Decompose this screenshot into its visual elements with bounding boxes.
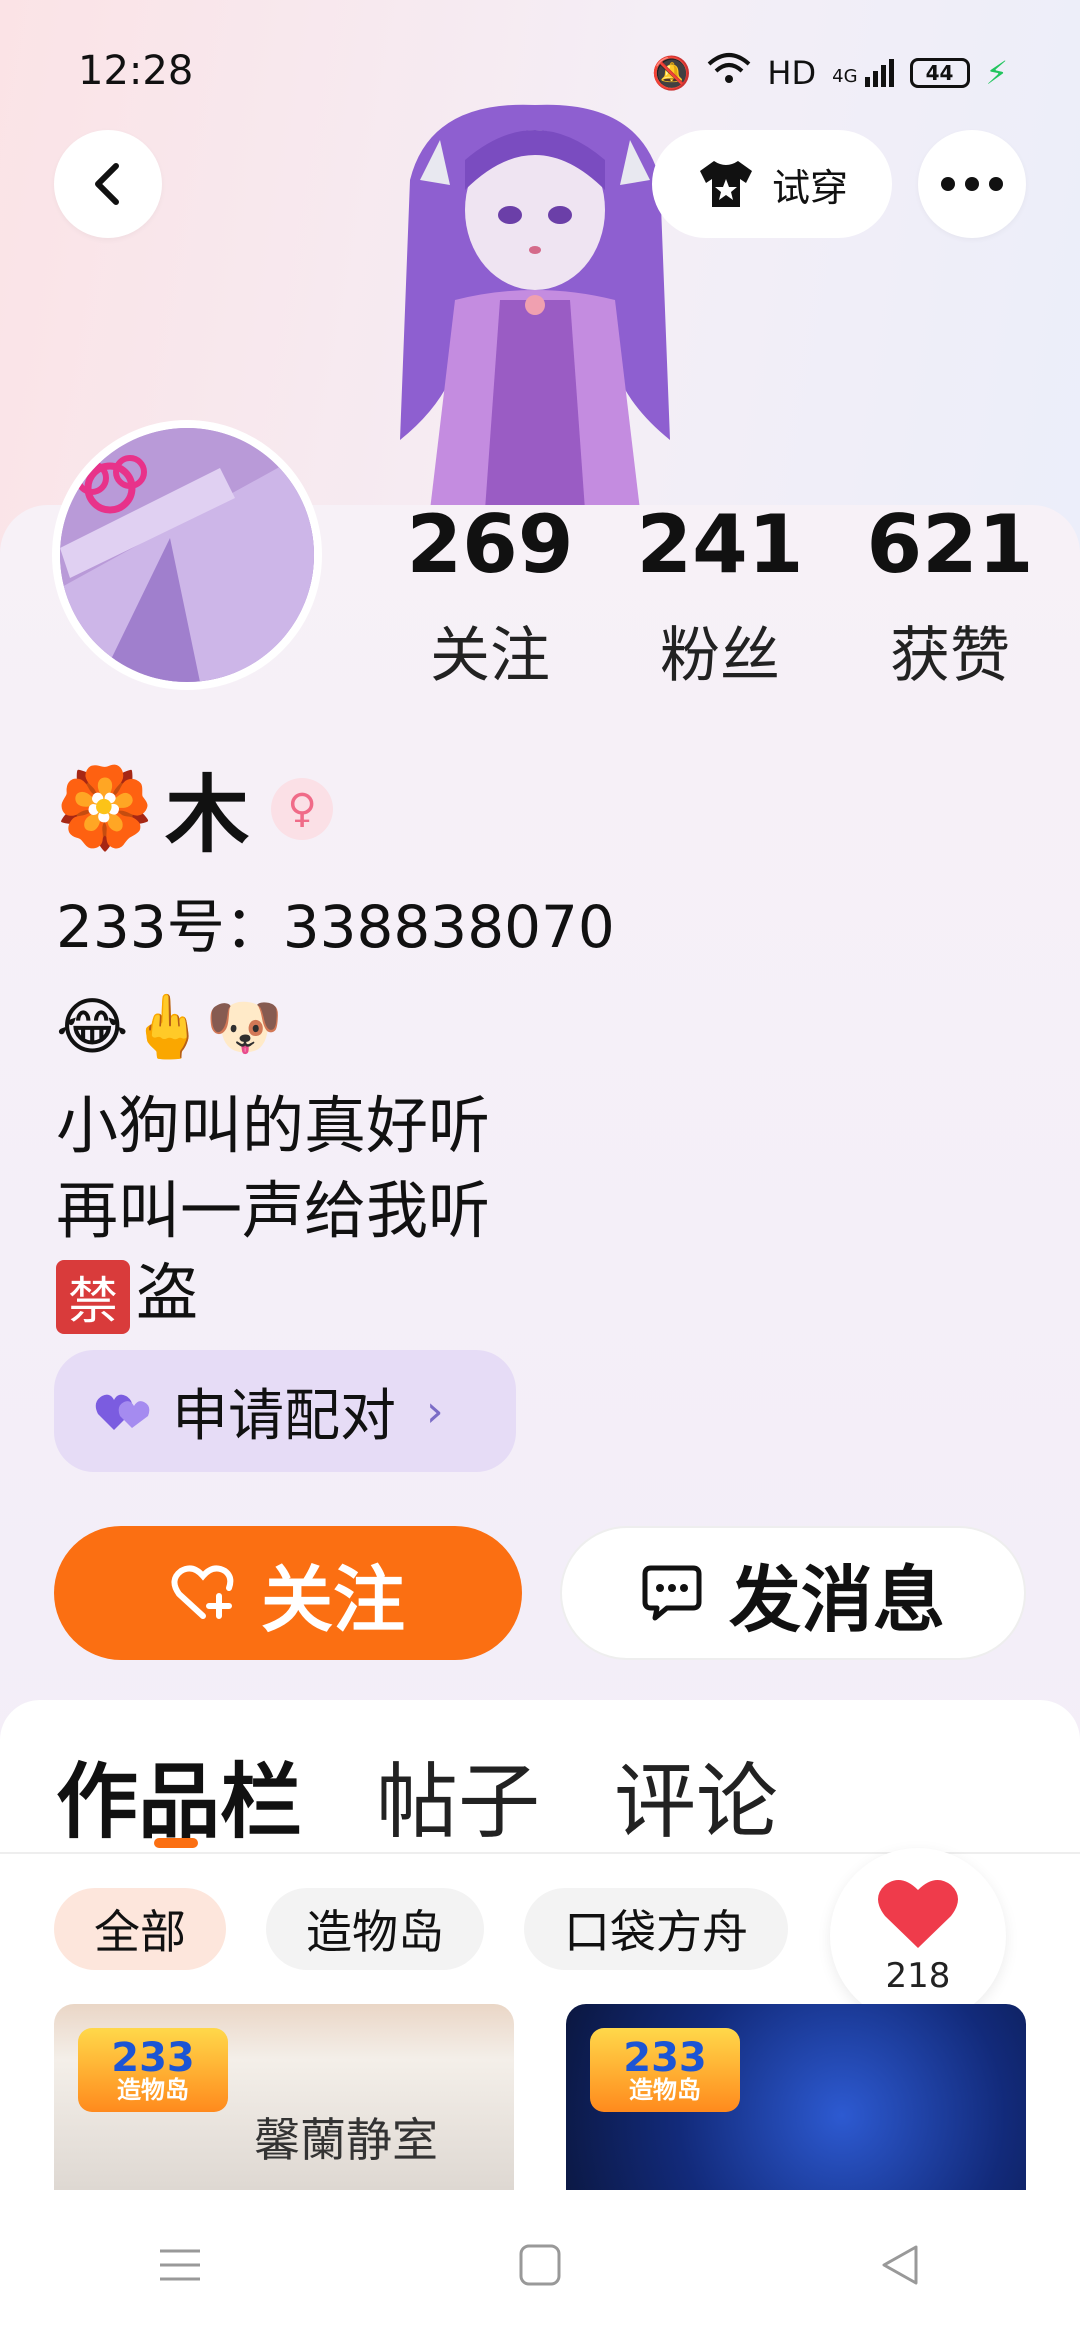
follow-label: 关注 xyxy=(260,1557,405,1642)
work-thumbnail[interactable]: 233 造物岛 xyxy=(566,2004,1026,2190)
more-icon xyxy=(941,177,1003,191)
female-icon: ♀ xyxy=(271,777,334,840)
tab-posts[interactable]: 帖子 xyxy=(376,1735,540,1854)
mute-icon: 🔕 xyxy=(651,54,692,92)
filter-chips: 全部 造物岛 口袋方舟 xyxy=(54,1888,788,1970)
wifi-icon xyxy=(707,52,751,94)
bio-line-2: 再叫一声给我听 xyxy=(56,1174,491,1247)
chat-icon xyxy=(642,1565,702,1621)
game-badge-number: 233 xyxy=(111,2035,195,2081)
stat-likes[interactable]: 621 获赞 xyxy=(850,505,1050,694)
try-on-button[interactable]: 试穿 xyxy=(652,130,892,238)
status-time: 12:28 xyxy=(78,48,194,94)
more-button[interactable] xyxy=(918,130,1026,238)
message-label: 发消息 xyxy=(728,1557,945,1642)
game-badge-title: 造物岛 xyxy=(629,2076,701,2104)
user-name: 木 xyxy=(165,766,250,864)
follow-button[interactable]: 关注 xyxy=(54,1526,522,1660)
back-button[interactable] xyxy=(54,130,162,238)
stat-following-value: 269 xyxy=(406,498,574,591)
signal-icon: 4G xyxy=(832,59,894,87)
bio-emojis: 😂🖕🐶 xyxy=(56,990,283,1063)
content-tabs: 作品栏 帖子 评论 xyxy=(56,1735,778,1854)
system-nav-bar xyxy=(0,2190,1080,2340)
name-emoji: 🏵️ xyxy=(56,763,154,853)
tab-works[interactable]: 作品栏 xyxy=(56,1735,302,1854)
stat-fans[interactable]: 241 粉丝 xyxy=(620,505,820,694)
stat-likes-label: 获赞 xyxy=(890,621,1010,691)
signal-label: 4G xyxy=(832,66,858,87)
character-figure xyxy=(400,104,670,510)
message-button[interactable]: 发消息 xyxy=(560,1526,1026,1660)
hearts-icon xyxy=(95,1394,150,1430)
back-nav-icon[interactable] xyxy=(878,2243,922,2287)
ban-badge: 禁 xyxy=(56,1259,130,1334)
bio-line-3: 禁盗 xyxy=(56,1242,198,1334)
menu-icon[interactable] xyxy=(158,2245,202,2285)
stat-likes-value: 621 xyxy=(866,498,1034,591)
chevron-right-icon: › xyxy=(426,1385,444,1437)
game-badge: 233 造物岛 xyxy=(78,2028,228,2112)
filter-creation-island[interactable]: 造物岛 xyxy=(266,1888,484,1970)
filter-all[interactable]: 全部 xyxy=(54,1888,226,1970)
bio-line-1: 小狗叫的真好听 xyxy=(56,1089,491,1162)
stat-following-label: 关注 xyxy=(430,621,550,691)
work-thumbnail[interactable]: 233 造物岛 馨蘭静室 xyxy=(54,2004,514,2190)
tab-comments[interactable]: 评论 xyxy=(614,1735,778,1854)
battery-icon: 44 xyxy=(909,58,970,88)
pair-request-label: 申请配对 xyxy=(172,1383,396,1449)
status-icons: 🔕 HD 4G 44 ⚡ xyxy=(652,52,1008,94)
stat-fans-label: 粉丝 xyxy=(660,621,780,691)
chevron-left-icon xyxy=(95,163,119,205)
pair-request-button[interactable]: 申请配对 › xyxy=(54,1350,516,1472)
game-badge-title: 造物岛 xyxy=(117,2076,189,2104)
name-row: 🏵️ 木 ♀ xyxy=(56,748,334,869)
ban-text: 盗 xyxy=(136,1256,199,1329)
tshirt-icon xyxy=(699,161,752,207)
try-on-label: 试穿 xyxy=(771,165,848,210)
heart-icon xyxy=(878,1880,958,1948)
stat-following[interactable]: 269 关注 xyxy=(390,505,590,694)
stat-fans-value: 241 xyxy=(636,498,804,591)
tab-indicator xyxy=(154,1838,198,1848)
filter-pocket-ark[interactable]: 口袋方舟 xyxy=(524,1888,788,1970)
charging-icon: ⚡ xyxy=(985,54,1008,92)
user-id: 233号：338838070 xyxy=(56,893,615,961)
heart-plus-icon xyxy=(171,1565,234,1619)
like-bubble[interactable]: 218 xyxy=(830,1848,1006,2024)
thumbnail-caption: 馨蘭静室 xyxy=(254,2113,438,2167)
home-icon[interactable] xyxy=(518,2243,562,2287)
game-badge: 233 造物岛 xyxy=(590,2028,740,2112)
avatar[interactable] xyxy=(52,420,322,690)
network-label: HD xyxy=(767,54,817,92)
like-count: 218 xyxy=(885,1956,951,1996)
game-badge-number: 233 xyxy=(623,2035,707,2081)
